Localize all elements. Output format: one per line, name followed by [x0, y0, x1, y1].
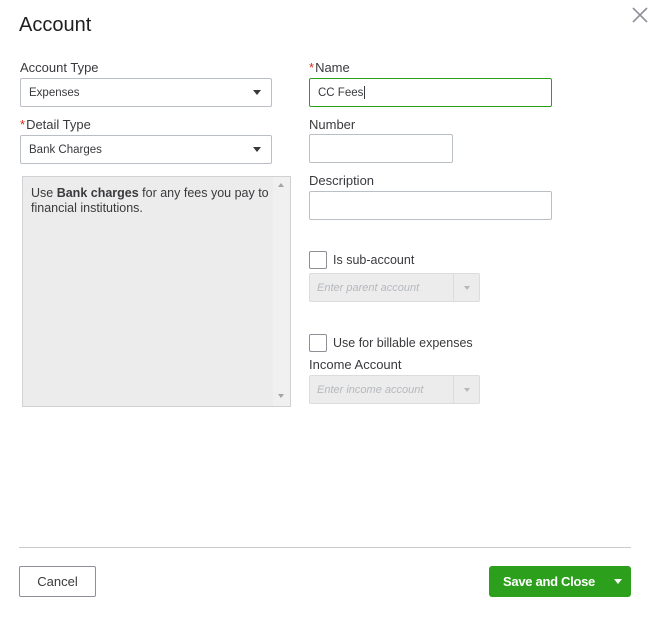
chevron-down-icon [253, 90, 261, 95]
chevron-down-icon [253, 147, 261, 152]
save-and-close-split-button[interactable]: Save and Close [489, 566, 631, 597]
sub-account-checkbox[interactable] [309, 251, 327, 269]
parent-account-dropdown [453, 274, 479, 301]
save-and-close-button[interactable]: Save and Close [489, 574, 605, 589]
parent-account-placeholder: Enter parent account [317, 281, 420, 294]
detail-type-label-text: Detail Type [26, 117, 91, 132]
scrollbar[interactable] [273, 177, 290, 406]
income-account-placeholder: Enter income account [317, 383, 424, 396]
close-button[interactable] [629, 4, 651, 26]
description-label: Description [309, 173, 375, 188]
help-text-prefix: Use [31, 186, 57, 200]
chevron-down-icon [614, 579, 622, 584]
sub-account-label: Is sub-account [333, 253, 415, 267]
name-input[interactable]: CC Fees [309, 78, 552, 107]
detail-type-select[interactable]: Bank Charges [20, 135, 272, 164]
income-account-combo: Enter income account [309, 375, 480, 404]
number-input[interactable] [309, 134, 453, 163]
dialog-title: Account [19, 14, 92, 36]
scroll-up-icon[interactable] [278, 183, 284, 187]
help-text-bold: Bank charges [56, 186, 139, 200]
account-type-select[interactable]: Expenses [20, 78, 272, 107]
account-type-label: Account Type [20, 60, 99, 75]
income-account-label: Income Account [309, 357, 402, 372]
scroll-down-icon[interactable] [278, 394, 284, 398]
income-account-dropdown [453, 376, 479, 403]
footer-divider [19, 547, 631, 548]
detail-type-value: Bank Charges [29, 143, 102, 156]
chevron-down-icon [463, 285, 470, 290]
name-input-value: CC Fees [318, 86, 364, 99]
billable-checkbox[interactable] [309, 334, 327, 352]
required-marker: * [309, 60, 315, 75]
save-options-dropdown[interactable] [605, 566, 631, 597]
cancel-button[interactable]: Cancel [19, 566, 96, 597]
help-text: Use Bank charges for any fees you pay to… [23, 177, 290, 216]
account-type-value: Expenses [29, 86, 80, 99]
text-cursor [364, 86, 366, 99]
chevron-down-icon [463, 387, 470, 392]
name-label: *Name [309, 60, 350, 75]
detail-type-help-box: Use Bank charges for any fees you pay to… [22, 176, 291, 407]
close-icon [632, 7, 648, 23]
detail-type-label: *Detail Type [20, 117, 91, 132]
name-label-text: Name [315, 60, 350, 75]
required-marker: * [20, 117, 26, 132]
number-label: Number [309, 117, 356, 132]
description-input[interactable] [309, 191, 552, 220]
parent-account-combo: Enter parent account [309, 273, 480, 302]
billable-label: Use for billable expenses [333, 336, 473, 350]
